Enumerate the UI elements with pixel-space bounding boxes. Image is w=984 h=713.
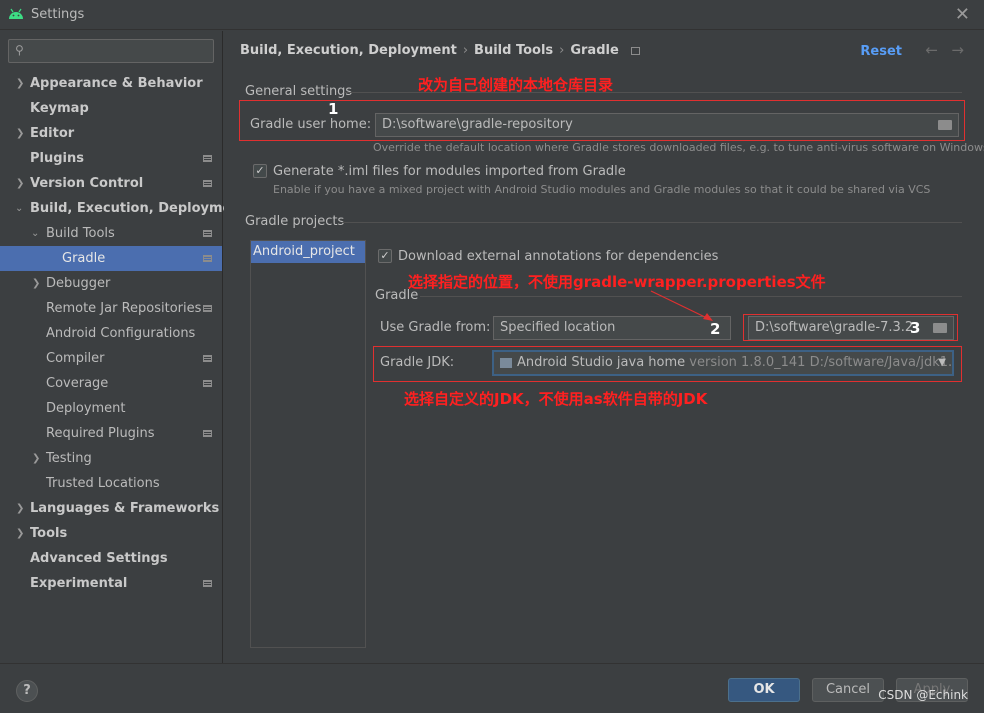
breadcrumb-item[interactable]: Build, Execution, Deployment — [240, 43, 457, 58]
annotation-number: 3 — [910, 319, 921, 337]
breadcrumb: Build, Execution, Deployment › Build Tools… — [240, 43, 640, 58]
annotation-number: 1 — [328, 100, 339, 118]
sidebar-item-editor[interactable]: ❯ Editor — [0, 121, 222, 146]
generate-iml-checkbox[interactable]: ✓ — [253, 164, 267, 178]
gradle-settings-panel: Build, Execution, Deployment › Build Tools… — [224, 31, 984, 663]
sidebar-item-advanced-settings[interactable]: Advanced Settings — [0, 546, 222, 571]
list-item[interactable]: Android_project — [251, 241, 365, 263]
annotation-text: 选择指定的位置，不使用gradle-wrapper.properties文件 — [408, 273, 826, 291]
close-icon[interactable]: ✕ — [955, 4, 970, 25]
sidebar-item-required-plugins[interactable]: Required Plugins — [0, 421, 222, 446]
sidebar-item-build-execution[interactable]: ⌄ Build, Execution, Deployment — [0, 196, 247, 221]
project-settings-icon — [203, 180, 212, 187]
annotation-number: 2 — [710, 320, 721, 338]
project-settings-icon — [203, 430, 212, 437]
divider — [342, 222, 962, 223]
cancel-button[interactable]: Cancel — [812, 678, 884, 702]
watermark: CSDN @Echink — [878, 688, 968, 702]
generate-iml-label: Generate *.iml files for modules importe… — [273, 164, 626, 179]
window-title: Settings — [31, 7, 85, 22]
gradle-projects-list: Android_project — [250, 240, 366, 648]
gradle-projects-title: Gradle projects — [245, 214, 345, 229]
sidebar-item-trusted-locations[interactable]: Trusted Locations — [0, 471, 222, 496]
project-settings-icon — [203, 155, 212, 162]
breadcrumb-separator: › — [559, 43, 565, 58]
annotation-box — [373, 346, 962, 382]
sidebar-item-experimental[interactable]: Experimental — [0, 571, 222, 596]
reset-link[interactable]: Reset — [860, 44, 902, 59]
download-annotations-label: Download external annotations for depend… — [398, 249, 719, 264]
sidebar-item-deployment[interactable]: Deployment — [0, 396, 222, 421]
sidebar-item-debugger[interactable]: ❯ Debugger — [0, 271, 222, 296]
sidebar-item-build-tools[interactable]: ⌄ Build Tools — [0, 221, 222, 246]
project-settings-icon — [203, 230, 212, 237]
chevron-down-icon[interactable]: ⌄ — [31, 221, 39, 246]
use-gradle-from-value: Specified location — [500, 320, 616, 335]
back-arrow-icon[interactable]: ← — [925, 41, 938, 59]
chevron-right-icon[interactable]: ❯ — [16, 71, 24, 96]
annotation-text: 选择自定义的JDK，不使用as软件自带的JDK — [404, 390, 708, 408]
search-input[interactable]: ⚲ — [8, 39, 214, 63]
project-settings-icon — [203, 580, 212, 587]
sidebar-item-testing[interactable]: ❯ Testing — [0, 446, 222, 471]
chevron-right-icon[interactable]: ❯ — [16, 496, 24, 521]
settings-sidebar: ⚲ ❯ Appearance & Behavior Keymap ❯ Edito… — [0, 31, 247, 663]
search-icon: ⚲ — [15, 43, 24, 57]
sidebar-item-remote-jar[interactable]: Remote Jar Repositories — [0, 296, 222, 321]
sidebar-item-version-control[interactable]: ❯ Version Control — [0, 171, 222, 196]
arrow-icon — [650, 290, 713, 321]
chevron-right-icon[interactable]: ❯ — [16, 121, 24, 146]
sidebar-item-languages[interactable]: ❯ Languages & Frameworks — [0, 496, 222, 521]
project-settings-icon — [203, 380, 212, 387]
breadcrumb-separator: › — [462, 43, 469, 58]
annotation-box — [239, 100, 965, 141]
project-settings-icon — [203, 255, 212, 262]
sidebar-item-android-configurations[interactable]: Android Configurations — [0, 321, 222, 346]
breadcrumb-item: Gradle — [570, 43, 619, 58]
annotation-box — [743, 314, 958, 341]
general-settings-title: General settings — [245, 84, 353, 99]
title-bar: Settings ✕ — [0, 0, 984, 30]
sidebar-item-compiler[interactable]: Compiler — [0, 346, 222, 371]
project-settings-icon — [630, 46, 640, 55]
chevron-right-icon[interactable]: ❯ — [32, 446, 40, 471]
android-icon — [9, 8, 23, 19]
generate-iml-hint: Enable if you have a mixed project with … — [273, 183, 931, 196]
help-button[interactable]: ? — [16, 680, 38, 702]
sidebar-item-appearance[interactable]: ❯ Appearance & Behavior — [0, 71, 222, 96]
dialog-footer: ? OK Cancel Apply CSDN @Echink — [0, 663, 984, 713]
download-annotations-checkbox[interactable]: ✓ — [378, 249, 392, 263]
chevron-right-icon[interactable]: ❯ — [32, 271, 40, 296]
annotation-text: 改为自己创建的本地仓库目录 — [418, 76, 614, 94]
chevron-right-icon[interactable]: ❯ — [16, 171, 24, 196]
sidebar-item-keymap[interactable]: Keymap — [0, 96, 222, 121]
breadcrumb-item[interactable]: Build Tools — [474, 43, 553, 58]
settings-tree: ❯ Appearance & Behavior Keymap ❯ Editor … — [0, 71, 247, 596]
project-settings-icon — [203, 305, 212, 312]
use-gradle-from-label: Use Gradle from: — [380, 320, 491, 335]
ok-button[interactable]: OK — [728, 678, 800, 702]
project-settings-icon — [203, 355, 212, 362]
sidebar-item-gradle[interactable]: Gradle — [0, 246, 222, 271]
sidebar-item-plugins[interactable]: Plugins — [0, 146, 222, 171]
forward-arrow-icon[interactable]: → — [951, 41, 964, 59]
chevron-down-icon[interactable]: ⌄ — [15, 196, 23, 221]
chevron-right-icon[interactable]: ❯ — [16, 521, 24, 546]
sidebar-item-coverage[interactable]: Coverage — [0, 371, 222, 396]
sidebar-item-tools[interactable]: ❯ Tools — [0, 521, 222, 546]
gradle-user-home-hint: Override the default location where Grad… — [373, 141, 984, 154]
